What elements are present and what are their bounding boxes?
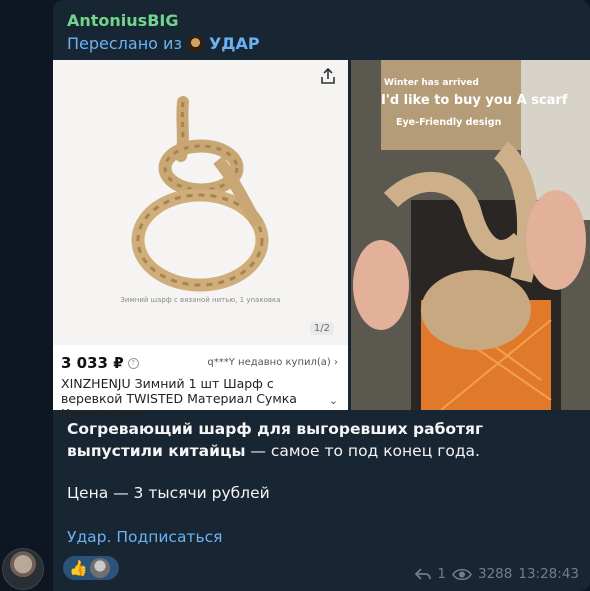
sender-avatar[interactable] (2, 548, 44, 590)
message-time: 13:28:43 (518, 566, 579, 582)
eye-icon (452, 568, 472, 580)
product-title: XINZHENJU Зимний 1 шт Шарф с веревкой TW… (61, 376, 297, 421)
message-bubble: AntoniusBIG Переслано из УДАР Зимний шар… (53, 0, 590, 591)
reaction-button[interactable]: 👍 (63, 556, 119, 580)
image-caption: Зимний шарф с вязаной нитью, 1 упаковка (120, 296, 281, 304)
image-pager: 1/2 (309, 322, 334, 335)
reply-icon[interactable] (415, 568, 432, 580)
reply-count[interactable]: 1 (437, 566, 446, 582)
thumbs-up-icon: 👍 (69, 559, 88, 577)
reactor-avatar (89, 558, 110, 578)
share-icon[interactable] (318, 66, 338, 86)
forward-prefix: Переслано из (67, 34, 182, 53)
photo-scene (351, 60, 590, 410)
media-album: Зимний шарф с вязаной нитью, 1 упаковка … (53, 60, 590, 421)
channel-logo-icon (186, 35, 204, 52)
recent-buyer[interactable]: q***Y недавно купил(а) › (207, 357, 338, 368)
forward-header[interactable]: Переслано из УДАР (67, 34, 260, 53)
product-card-image[interactable]: Зимний шарф с вязаной нитью, 1 упаковка … (53, 60, 348, 421)
price-value: 3 033 ₽ (61, 354, 124, 372)
forward-channel-name[interactable]: УДАР (209, 34, 260, 53)
photo-caption-3: Eye-Friendly design (396, 117, 502, 128)
author-name[interactable]: AntoniusBIG (67, 11, 178, 30)
view-count: 3288 (478, 566, 513, 582)
photo-scarf[interactable]: Winter has arrived I'd like to buy you A… (351, 60, 590, 410)
photo-caption-1: Winter has arrived (384, 78, 479, 88)
photo-caption-2: I'd like to buy you A scarf (381, 93, 568, 108)
product-price: 3 033 ₽ ? (61, 354, 139, 372)
info-icon[interactable]: ? (127, 357, 139, 369)
chevron-down-icon[interactable]: ⌄ (329, 394, 338, 407)
message-text: Согревающий шарф для выгоревших работяг … (67, 418, 577, 462)
message-meta: 1 3288 13:28:43 (415, 566, 579, 582)
price-line: Цена — 3 тысячи рублей (67, 484, 270, 502)
subscribe-link[interactable]: Удар. Подписаться (67, 528, 222, 546)
message-text-rest: — самое то под конец года. (245, 442, 480, 460)
